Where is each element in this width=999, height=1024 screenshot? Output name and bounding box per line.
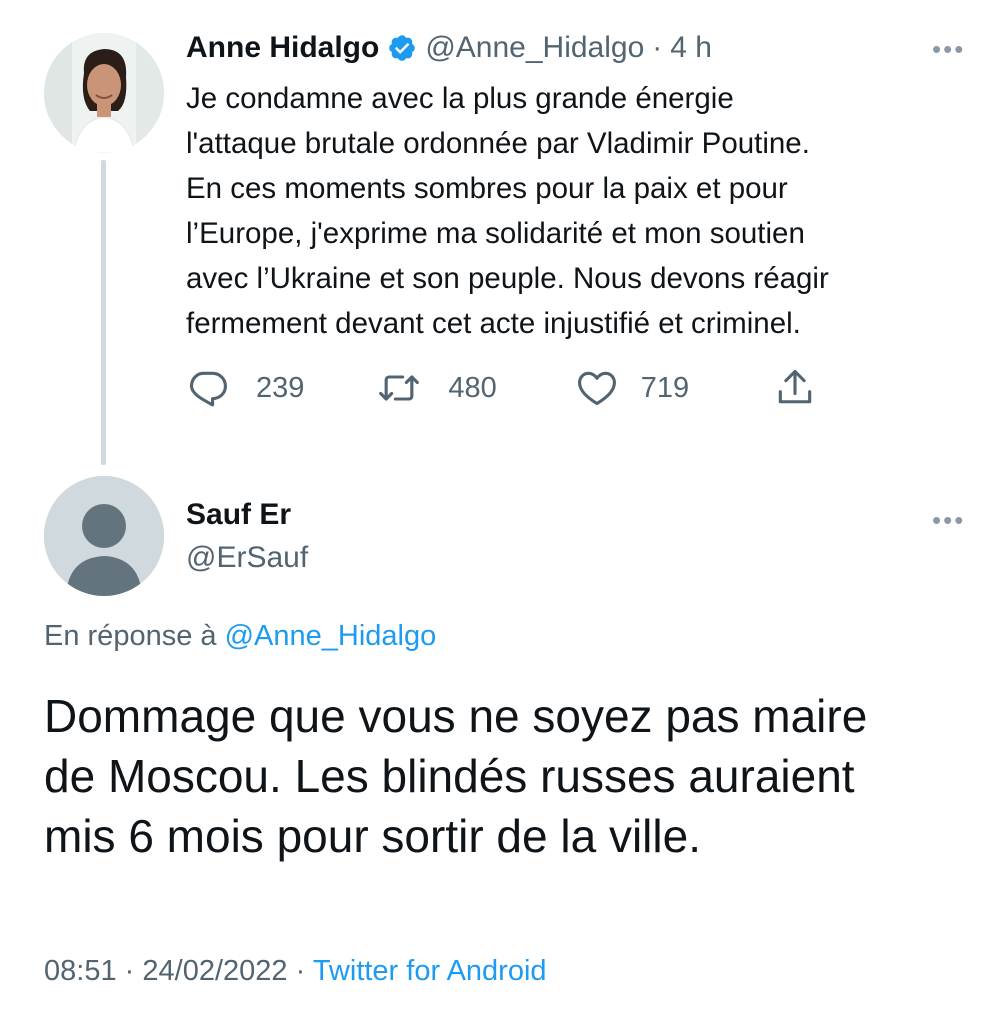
reply-author-avatar[interactable] — [44, 476, 164, 596]
like-action[interactable]: 719 — [575, 366, 689, 410]
reply-date[interactable]: 24/02/2022 — [142, 955, 287, 987]
reply-time[interactable]: 08:51 — [44, 955, 117, 987]
reply-count: 239 — [256, 371, 305, 404]
avatar-photo — [44, 33, 164, 153]
reply-text-line: de Moscou. Les blindés russes auraient — [44, 750, 855, 802]
verified-badge-icon — [389, 35, 416, 61]
author-handle[interactable]: @Anne_Hidalgo — [425, 31, 644, 65]
author-avatar[interactable] — [44, 33, 164, 153]
tweet-text-line: avec l’Ukraine et son peuple. Nous devon… — [186, 262, 829, 295]
tweet-time[interactable]: 4 h — [670, 31, 712, 65]
more-dots-icon[interactable]: ••• — [932, 34, 965, 65]
tweet-text-line: En ces moments sombres pour la paix et p… — [186, 172, 788, 205]
reply-text: Dommage que vous ne soyez pas maire de M… — [44, 686, 974, 866]
tweet-text: Je condamne avec la plus grande énergie … — [186, 76, 976, 346]
thread-connector-line — [101, 160, 106, 465]
share-icon — [778, 369, 812, 404]
reply-author-name[interactable]: Sauf Er — [186, 498, 291, 532]
dot-separator: · — [295, 955, 306, 987]
replying-to-handle-link[interactable]: @Anne_Hidalgo — [225, 620, 437, 652]
tweet-text-line: fermement devant cet acte injustifié et … — [186, 307, 801, 340]
share-action[interactable] — [773, 366, 817, 410]
reply-bubble-icon — [189, 371, 227, 407]
reply-action[interactable]: 239 — [186, 366, 304, 410]
tweet-footer: 08:51 · 24/02/2022 · Twitter for Android — [44, 955, 547, 988]
reply-text-line: Dommage que vous ne soyez pas maire — [44, 690, 868, 742]
replying-to: En réponse à @Anne_Hidalgo — [44, 620, 436, 653]
source-link[interactable]: Twitter for Android — [313, 955, 547, 987]
default-profile-icon — [44, 476, 164, 596]
like-count: 719 — [640, 371, 690, 404]
retweet-icon — [379, 375, 420, 401]
author-name[interactable]: Anne Hidalgo — [186, 31, 379, 65]
more-dots-icon[interactable]: ••• — [932, 505, 965, 536]
reply-author-handle[interactable]: @ErSauf — [186, 541, 308, 575]
retweet-action[interactable]: 480 — [376, 366, 497, 410]
dot-separator: · — [124, 955, 135, 987]
retweet-count: 480 — [448, 371, 497, 404]
dot-separator: · — [652, 31, 663, 64]
reply-text-line: mis 6 mois pour sortir de la ville. — [44, 810, 701, 862]
tweet-actions: 239 480 719 — [186, 364, 817, 412]
tweet-text-line: Je condamne avec la plus grande énergie — [186, 82, 734, 115]
heart-icon — [577, 371, 616, 406]
replying-to-label: En réponse à — [44, 620, 217, 652]
tweet-text-line: l'attaque brutale ordonnée par Vladimir … — [186, 127, 810, 160]
tweet-text-line: l’Europe, j'exprime ma solidarité et mon… — [186, 217, 805, 250]
tweet-header: Anne Hidalgo @Anne_Hidalgo · 4 h — [186, 30, 712, 66]
